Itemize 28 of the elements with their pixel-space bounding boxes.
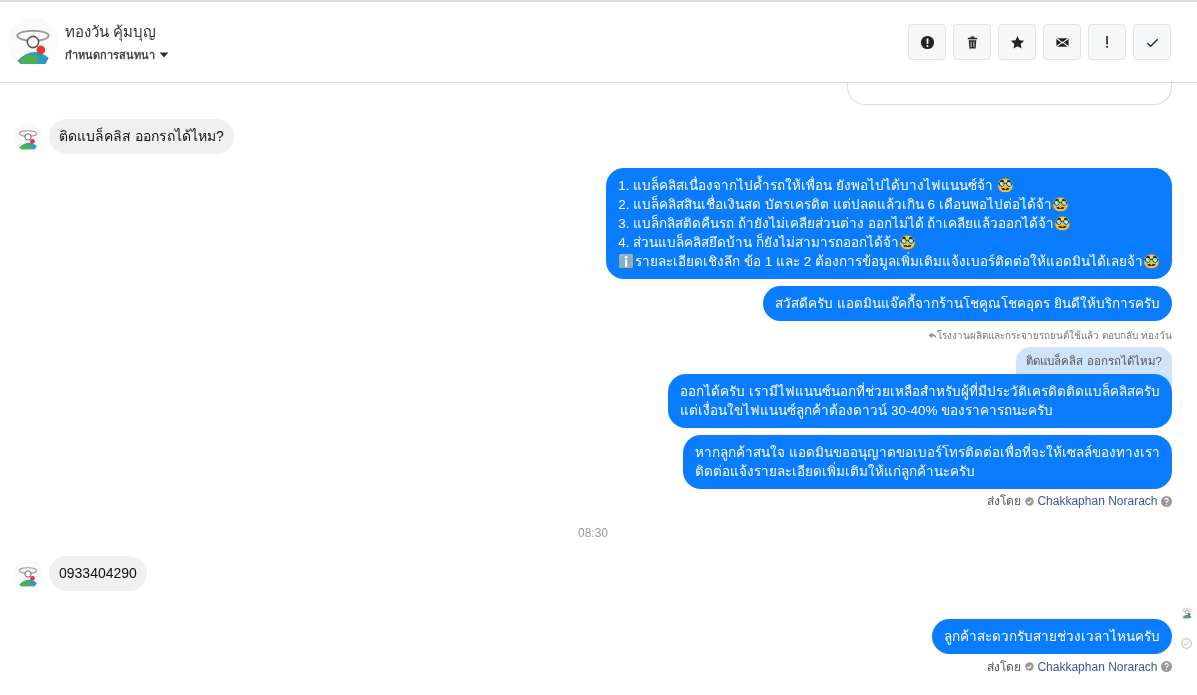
sent-by-label: ส่งโดย: [987, 658, 1022, 676]
message-bubble: ติดแบล็คลิส ออกรถได้ไหม?: [49, 119, 234, 154]
reply-label: โรงงานผลิตและกระจายรถยนต์ใช้แล้ว ตอบกลับ ทองวัน: [937, 329, 1172, 343]
message-bubble: ออกได้ครับ เรามีไฟแนนซ์นอกที่ช่วยเหลือสำหรับผู้ที่มีประวัติเครดิตติดแบล็คลิสครับ แต่เงื่อนใขไฟแนนซ์ลูกค้าต้องดาวน์ 30-40% ของราคารถนะครับ: [668, 373, 1172, 428]
caret-icon: [158, 50, 169, 60]
contact-name: ทองวัน คุ้มบุญ: [65, 21, 158, 44]
message-bubble: 0933404290: [49, 556, 147, 592]
message-bubble: 1. แบล็คลิสเนื่องจากไปค้ำรถให้เพื่อน ยังพอไปได้บางไฟแนนซ์จ้า 🥸 2. แบล็คลิสสินเชื่อเงินสด บัตรเครดิต แต่ปลดแล้วเกิน 6 เดือนพอไปต่อได้จ้า🥸 3. แบล็กลิสติดคืนรถ ถ้ายังไม่เคลียส่วนต่าง ออกไม่ได้ ถ้าเคลียแล้วออกได้จ้า🥸 4. ส่วนแบล็คลิสยึดบ้าน ก็ยังไม่สามารถออกได้จ้า🥸 ℹรายละเอียดเชิงลึก ข้อ 1 และ 2 ต้องการข้อมูลเพิ่มเติมแจ้งเบอร์ติดต่อให้แอดมินได้เลยจ้า🥸: [606, 168, 1172, 279]
envelope-button[interactable]: [1043, 24, 1081, 60]
message-bubble: ลูกค้าสะดวกรับสายช่วงเวลาไหนครับ: [932, 619, 1172, 655]
help-icon: [1161, 495, 1172, 507]
message-bubble: สวัสดีครับ แอดมินแจ๊คกี้จากร้านโชคูณโชคอุดร ยินดีให้บริการครับ: [763, 286, 1172, 321]
sender-name-link[interactable]: Chakkaphan Norarach: [1037, 657, 1158, 676]
alert-button[interactable]: [908, 24, 946, 60]
sent-by-label: ส่งโดย: [987, 493, 1022, 511]
verified-icon: [1024, 496, 1034, 506]
star-icon: [1009, 34, 1025, 50]
timestamp: 08:30: [578, 525, 608, 543]
conversation-settings-link[interactable]: กำหนดการสนทนา: [65, 46, 155, 64]
sender-name-link[interactable]: Chakkaphan Norarach: [1037, 492, 1158, 511]
reply-arrow-icon: [928, 331, 938, 340]
star-button[interactable]: [998, 24, 1036, 60]
help-icon: [1161, 661, 1172, 673]
trash-button[interactable]: [953, 24, 991, 60]
checkmark-button[interactable]: [1133, 24, 1171, 60]
message-bubble: หากลูกค้าสนใจ แอดมินขออนุญาตขอเบอร์โทรติดต่อเพื่อที่จะให้เซลล์ของทางเรา ติดต่อแจ้งรายละเอียดเพิ่มเติมให้แก่ลูกค้านะครับ: [683, 434, 1172, 489]
verified-icon: [1024, 662, 1034, 672]
alert-icon: [919, 34, 935, 50]
